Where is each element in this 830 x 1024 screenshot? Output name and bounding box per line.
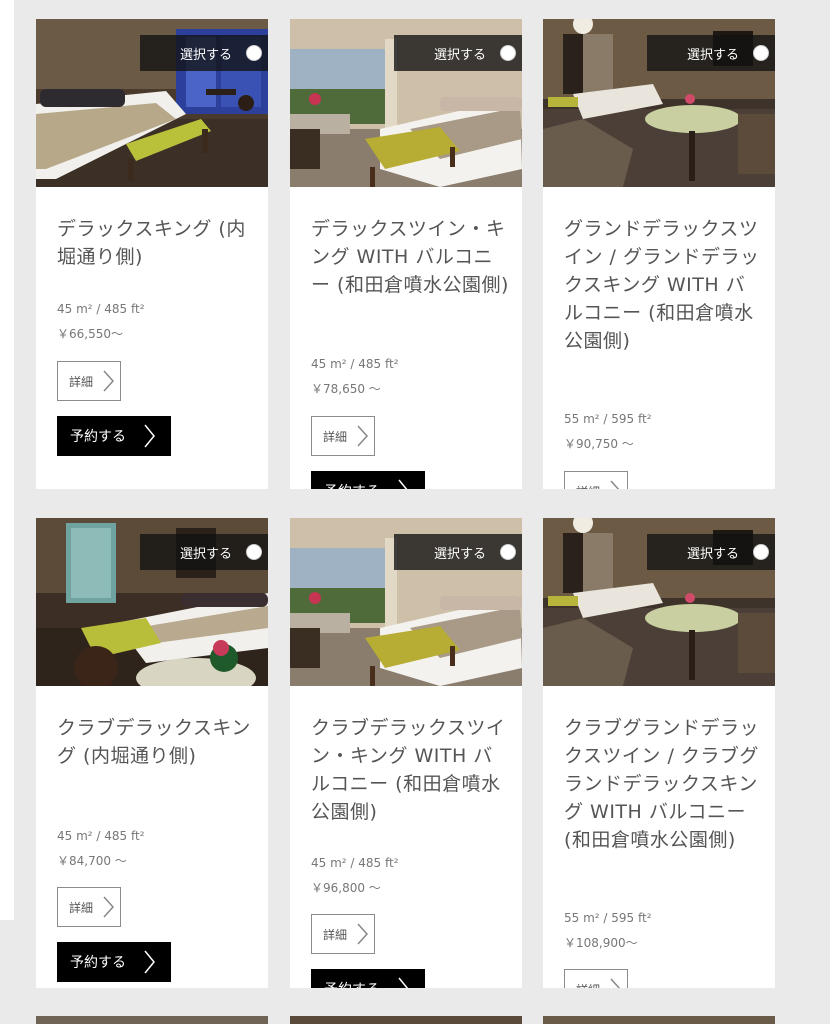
room-card: 選択する グランドデラックスツイン / グランドデラックスキング WITH バル… (543, 19, 775, 489)
chevron-right-icon (610, 480, 620, 489)
room-name: クラブデラックスツイン・キング WITH バルコニー (和田倉噴水公園側) (311, 717, 506, 823)
detail-label: 詳細 (323, 429, 348, 444)
room-photo: 選択する (290, 518, 522, 686)
select-label: 選択する (433, 47, 486, 63)
room-size: 45 m² / 485 ft² (57, 829, 145, 843)
chevron-right-icon (610, 978, 621, 988)
select-radio[interactable] (753, 45, 769, 61)
detail-button[interactable]: 詳細 (57, 361, 121, 401)
detail-label: 詳細 (323, 927, 348, 942)
select-label: 選択する (179, 546, 232, 562)
room-photo: 選択する (290, 19, 522, 187)
select-toggle[interactable]: 選択する (140, 534, 268, 570)
select-radio[interactable] (246, 45, 262, 61)
book-label: 予約する (70, 955, 126, 971)
room-photo: 選択する (36, 19, 268, 187)
room-price: ￥66,550～ (57, 327, 123, 341)
room-size: 55 m² / 595 ft² (564, 911, 652, 925)
room-size: 45 m² / 485 ft² (311, 357, 399, 371)
select-radio[interactable] (500, 45, 516, 61)
detail-label: 詳細 (576, 483, 600, 490)
chevron-right-icon (357, 923, 369, 945)
room-price: ￥78,650 ～ (311, 382, 381, 396)
room-name: クラブデラックスキング (内堀通り側) (57, 717, 251, 767)
select-toggle[interactable]: 選択する (647, 534, 775, 570)
chevron-right-icon (144, 424, 155, 448)
chevron-right-icon (357, 425, 369, 447)
room-card: 選択する デラックスキング (内堀通り側) 45 m² / 485 ft² ￥6… (36, 19, 268, 489)
room-card: 選択する クラブグランドデラックスツイン / クラブグランドデラックスキング W… (543, 518, 775, 988)
room-card: 選択する デラックスツイン・キング WITH バルコニー (和田倉噴水公園側) … (290, 19, 522, 489)
select-label: 選択する (686, 546, 739, 562)
select-label: 選択する (686, 47, 739, 63)
room-price: ￥90,750 ～ (564, 437, 634, 451)
chevron-right-icon (398, 977, 409, 988)
detail-button[interactable]: 詳細 (564, 969, 628, 988)
room-size: 45 m² / 485 ft² (311, 856, 399, 870)
room-name: クラブグランドデラックスツイン / クラブグランドデラックスキング WITH バ… (564, 717, 760, 851)
room-photo: 選択する (543, 19, 775, 187)
book-button[interactable]: 予約する (311, 969, 425, 988)
room-card-next-row (36, 1016, 268, 1024)
detail-label: 詳細 (576, 981, 600, 989)
detail-button[interactable]: 詳細 (57, 887, 121, 927)
book-label: 予約する (324, 979, 380, 988)
room-size: 45 m² / 485 ft² (57, 302, 145, 316)
book-button[interactable]: 予約する (57, 416, 171, 456)
room-card: 選択する クラブデラックスツイン・キング WITH バルコニー (和田倉噴水公園… (290, 518, 522, 988)
detail-button[interactable]: 詳細 (311, 416, 375, 456)
room-name: デラックスツイン・キング WITH バルコニー (和田倉噴水公園側) (311, 218, 509, 296)
room-card-next-row (543, 1016, 775, 1024)
select-radio[interactable] (500, 544, 516, 560)
left-panel-edge (0, 0, 14, 920)
select-toggle[interactable]: 選択する (394, 35, 522, 71)
room-price: ￥84,700 ～ (57, 854, 127, 868)
room-price: ￥96,800 ～ (311, 881, 381, 895)
select-label: 選択する (433, 546, 486, 562)
select-radio[interactable] (753, 544, 769, 560)
room-size: 55 m² / 595 ft² (564, 412, 652, 426)
chevron-right-icon (103, 896, 115, 918)
room-photo: 選択する (36, 518, 268, 686)
detail-button[interactable]: 詳細 (564, 471, 628, 489)
room-card: 選択する クラブデラックスキング (内堀通り側) 45 m² / 485 ft²… (36, 518, 268, 988)
room-photo: 選択する (543, 518, 775, 686)
select-toggle[interactable]: 選択する (647, 35, 775, 71)
book-label: 予約する (70, 429, 126, 445)
select-toggle[interactable]: 選択する (394, 534, 522, 570)
detail-label: 詳細 (69, 374, 94, 389)
room-card-next-row (290, 1016, 522, 1024)
select-toggle[interactable]: 選択する (140, 35, 268, 71)
select-radio[interactable] (246, 544, 262, 560)
detail-button[interactable]: 詳細 (311, 914, 375, 954)
chevron-right-icon (144, 950, 155, 974)
room-price: ￥108,900～ (564, 936, 638, 950)
book-button[interactable]: 予約する (311, 471, 425, 489)
book-button[interactable]: 予約する (57, 942, 171, 982)
chevron-right-icon (398, 479, 408, 489)
chevron-right-icon (103, 370, 115, 392)
detail-label: 詳細 (69, 900, 94, 915)
book-label: 予約する (324, 481, 380, 489)
room-name: グランドデラックスツイン / グランドデラックスキング WITH バルコニー (… (564, 218, 760, 352)
select-label: 選択する (179, 47, 232, 63)
room-name: デラックスキング (内堀通り側) (57, 218, 246, 268)
